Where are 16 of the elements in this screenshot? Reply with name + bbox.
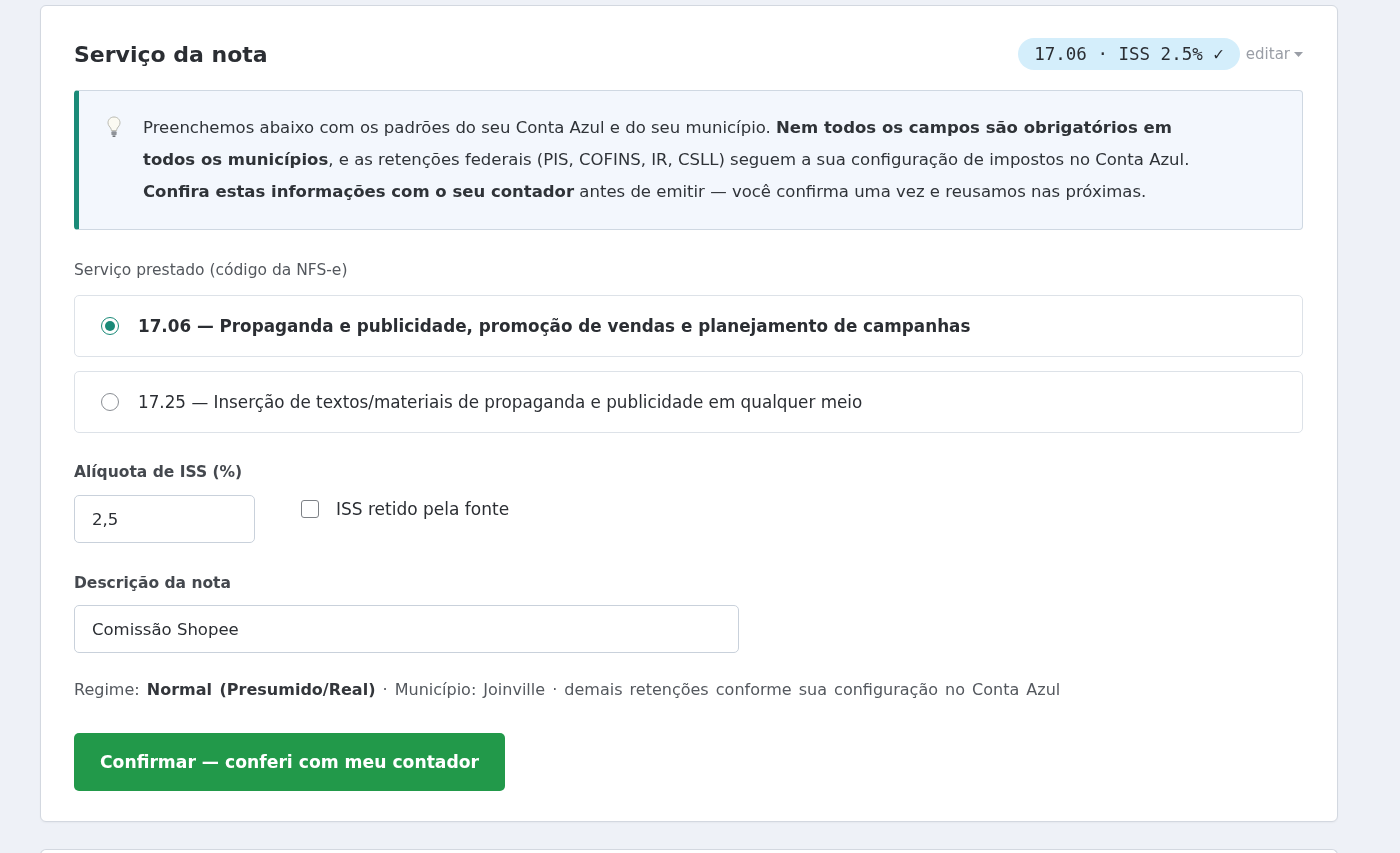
summary-badge: 17.06 · ISS 2.5% ✓: [1018, 38, 1240, 70]
checkbox-label[interactable]: ISS retido pela fonte: [336, 498, 510, 520]
caret-icon: [1294, 51, 1303, 57]
summary-text: Regime: Normal (Presumido/Real) · Município: Joinville · demais retenções conforme sua configuração no Conta Azul: [74, 679, 1062, 701]
input-field[interactable]: Comissão Shopee: [74, 605, 739, 653]
input-field[interactable]: 2,5: [74, 495, 255, 543]
lightbulb-icon: [107, 116, 121, 138]
radio-option[interactable]: 17.25 — Inserção de textos/materiais de propaganda e publicidade em qualquer meio: [74, 371, 1303, 433]
field-label: Descrição da nota: [74, 573, 232, 594]
radio-option[interactable]: 17.06 — Propaganda e publicidade, promoção de vendas e planejamento de campanhas: [74, 295, 1303, 357]
field-label: Alíquota de ISS (%): [74, 462, 244, 483]
confirm-button[interactable]: Confirmar — conferi com meu contador: [74, 733, 506, 791]
card-title: Serviço da nota: [74, 41, 268, 67]
checkbox[interactable]: [301, 500, 319, 518]
field-label: Serviço prestado (código da NFS-e): [74, 260, 349, 281]
notice-text: Preenchemos abaixo com os padrões do seu Conta Azul e do seu município. Nem todos os campos são obrigatórios em todos os municípios, e as retenções federais (PIS, COFINS, IR, CSLL) seguem a sua configuração de impostos no Conta Azul. Confira estas informações com o seu contador antes de emitir — você confirma uma vez e reusamos nas próximas.: [143, 117, 1191, 203]
